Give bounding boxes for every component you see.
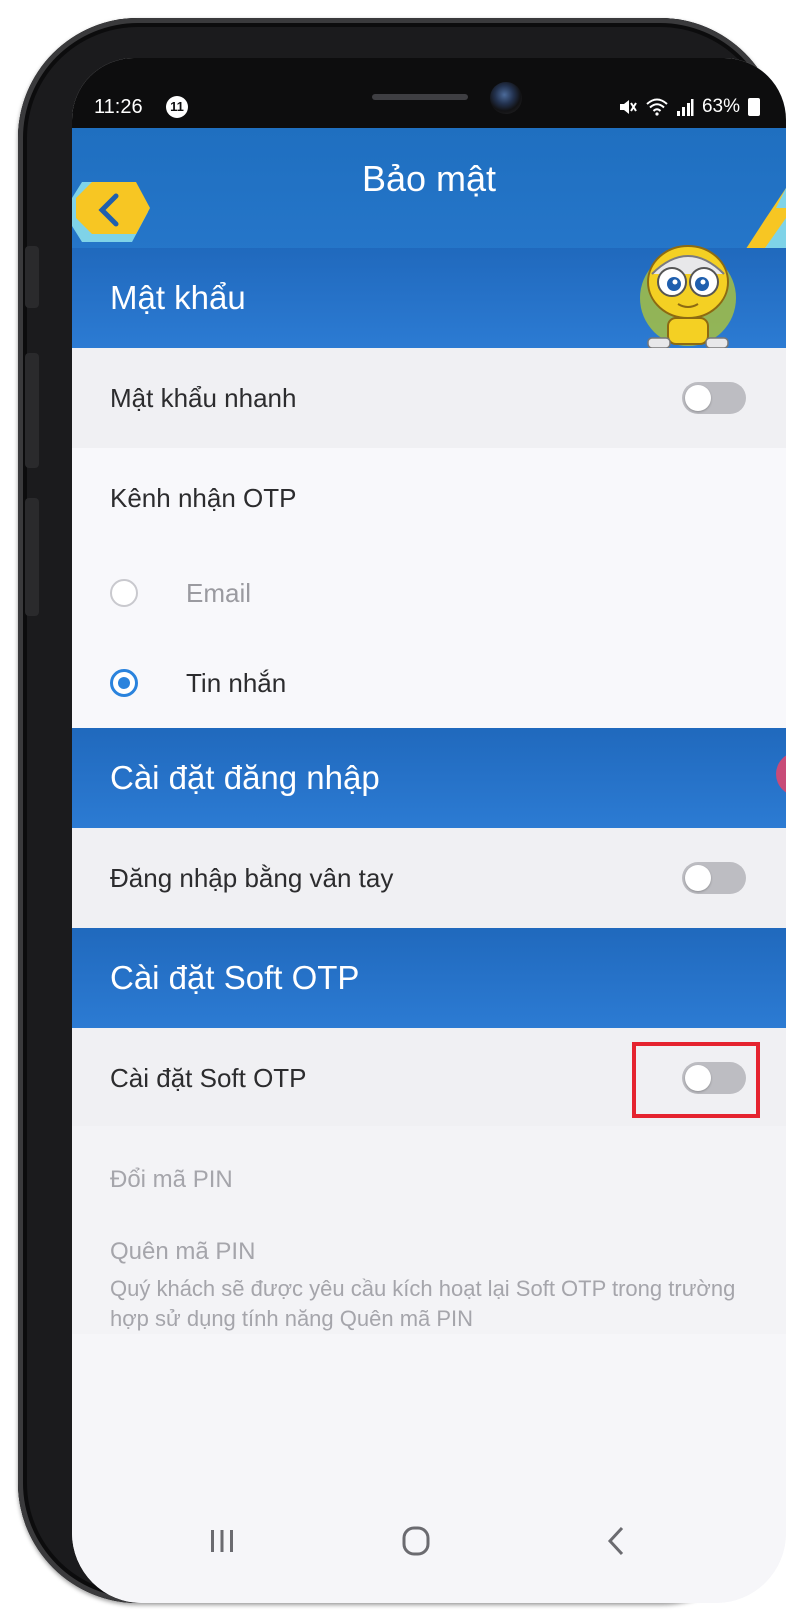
radio-email[interactable] bbox=[110, 579, 138, 607]
recent-apps-button[interactable] bbox=[192, 1516, 252, 1566]
status-bar: 11:26 11 63% bbox=[72, 58, 786, 128]
radio-sms[interactable] bbox=[110, 669, 138, 697]
forgot-pin-link[interactable]: Quên mã PIN bbox=[110, 1238, 255, 1266]
recent-apps-icon bbox=[211, 1530, 233, 1552]
otp-channel-row: Kênh nhận OTP bbox=[72, 448, 786, 548]
otp-channel-label: Kênh nhận OTP bbox=[110, 483, 297, 513]
quick-password-label: Mật khẩu nhanh bbox=[110, 383, 297, 413]
earpiece bbox=[372, 94, 468, 100]
system-nav-bar bbox=[72, 1478, 786, 1603]
mascot-icon bbox=[640, 245, 736, 349]
nav-back-button[interactable] bbox=[586, 1516, 646, 1566]
back-icon bbox=[607, 1526, 624, 1556]
notification-badge: 11 bbox=[166, 96, 188, 118]
phone-frame: 11:26 11 63% Bảo mật Mật khẩu Mật khẩu n… bbox=[18, 18, 786, 1603]
video-camera-icon bbox=[776, 752, 786, 796]
section-header-soft-otp: Cài đặt Soft OTP bbox=[72, 928, 786, 1028]
phone-screen: 11:26 11 63% Bảo mật Mật khẩu Mật khẩu n… bbox=[72, 58, 786, 1603]
page-title: Bảo mật bbox=[361, 158, 497, 199]
home-icon bbox=[402, 1526, 430, 1556]
otp-option-label: Tin nhắn bbox=[186, 668, 287, 698]
toggle-knob bbox=[685, 865, 711, 891]
quick-password-row: Mật khẩu nhanh bbox=[72, 348, 786, 448]
status-time: 11:26 bbox=[94, 96, 143, 118]
fingerprint-login-toggle[interactable] bbox=[682, 862, 746, 894]
battery-percent: 63% bbox=[701, 96, 740, 117]
wifi-icon bbox=[646, 98, 668, 116]
signal-icon bbox=[676, 99, 694, 116]
otp-option-sms[interactable]: Tin nhắn bbox=[72, 638, 786, 728]
otp-option-label: Email bbox=[186, 578, 252, 608]
fingerprint-login-row: Đăng nhập bằng vân tay bbox=[72, 828, 786, 928]
battery-icon bbox=[748, 98, 760, 116]
video-call-bubble[interactable] bbox=[776, 752, 786, 796]
otp-option-email[interactable]: Email bbox=[72, 548, 786, 638]
highlight-box bbox=[632, 1042, 760, 1118]
bixby-button bbox=[25, 498, 39, 616]
status-icons: 63% bbox=[618, 96, 760, 118]
change-pin-link[interactable]: Đổi mã PIN bbox=[110, 1166, 233, 1194]
pin-settings-block: Đổi mã PIN Quên mã PIN Quý khách sẽ được… bbox=[72, 1126, 786, 1334]
fingerprint-login-label: Đăng nhập bằng vân tay bbox=[110, 863, 394, 893]
soft-otp-label: Cài đặt Soft OTP bbox=[110, 1063, 307, 1093]
mute-icon bbox=[619, 100, 637, 114]
toggle-knob bbox=[685, 385, 711, 411]
home-button[interactable] bbox=[386, 1516, 446, 1566]
quick-password-toggle[interactable] bbox=[682, 382, 746, 414]
volume-button bbox=[25, 246, 39, 308]
section-header-login: Cài đặt đăng nhập bbox=[72, 728, 786, 828]
forgot-pin-note: Quý khách sẽ được yêu cầu kích hoạt lại … bbox=[110, 1276, 736, 1331]
volume-button bbox=[25, 353, 39, 468]
front-camera bbox=[490, 82, 522, 114]
